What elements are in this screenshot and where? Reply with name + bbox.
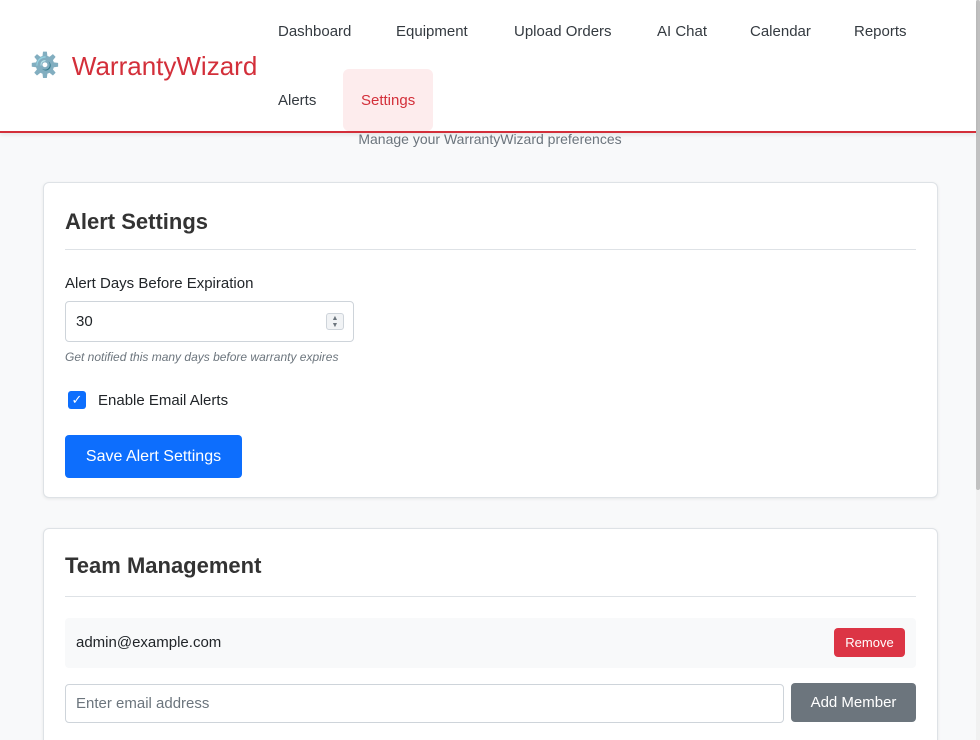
nav-item-dashboard[interactable]: Dashboard: [260, 0, 369, 62]
nav-item-alerts[interactable]: Alerts: [260, 69, 334, 131]
nav-item-calendar[interactable]: Calendar: [732, 0, 829, 62]
top-header: ⚙️ WarrantyWizard Dashboard Equipment Up…: [0, 0, 976, 133]
alert-settings-title: Alert Settings: [65, 209, 209, 234]
nav-item-settings[interactable]: Settings: [343, 69, 434, 131]
chevron-up-icon[interactable]: ▲: [332, 315, 339, 322]
gear-icon: ⚙️: [30, 52, 60, 79]
member-email: admin@example.com: [76, 634, 222, 651]
nav-item-reports[interactable]: Reports: [836, 0, 925, 62]
brand-name: WarrantyWizard: [71, 50, 258, 81]
email-alerts-label: Enable Email Alerts: [98, 391, 229, 409]
alert-days-help: Get notified this many days before warra…: [65, 350, 339, 364]
divider: [65, 596, 916, 597]
alert-days-label: Alert Days Before Expiration: [65, 275, 254, 292]
alert-days-value: 30: [76, 313, 93, 330]
page-subtitle: Manage your WarrantyWizard preferences: [358, 131, 622, 147]
nav-item-equipment[interactable]: Equipment: [378, 0, 486, 62]
nav-item-ai-chat[interactable]: AI Chat: [639, 0, 725, 62]
number-spinner[interactable]: ▲ ▼: [326, 313, 344, 330]
member-email-input[interactable]: [65, 684, 784, 723]
email-alerts-row[interactable]: ✓ Enable Email Alerts: [68, 391, 228, 409]
nav-item-upload-orders[interactable]: Upload Orders: [496, 0, 630, 62]
divider: [65, 249, 916, 250]
alert-settings-card: Alert Settings Alert Days Before Expirat…: [43, 182, 938, 498]
save-alert-settings-button[interactable]: Save Alert Settings: [65, 435, 242, 478]
brand[interactable]: ⚙️ WarrantyWizard: [30, 48, 257, 84]
checkmark-icon: ✓: [71, 392, 83, 407]
chevron-down-icon[interactable]: ▼: [332, 322, 339, 329]
scrollbar[interactable]: [976, 0, 980, 740]
remove-member-button[interactable]: Remove: [834, 628, 905, 657]
team-management-card: Team Management admin@example.com Remove…: [43, 528, 938, 740]
email-alerts-checkbox[interactable]: ✓: [68, 391, 86, 409]
team-management-title: Team Management: [65, 553, 262, 578]
add-member-button[interactable]: Add Member: [791, 683, 916, 722]
team-member-row: admin@example.com Remove: [65, 618, 916, 668]
scrollbar-thumb[interactable]: [976, 0, 980, 490]
alert-days-input[interactable]: 30 ▲ ▼: [65, 301, 354, 342]
